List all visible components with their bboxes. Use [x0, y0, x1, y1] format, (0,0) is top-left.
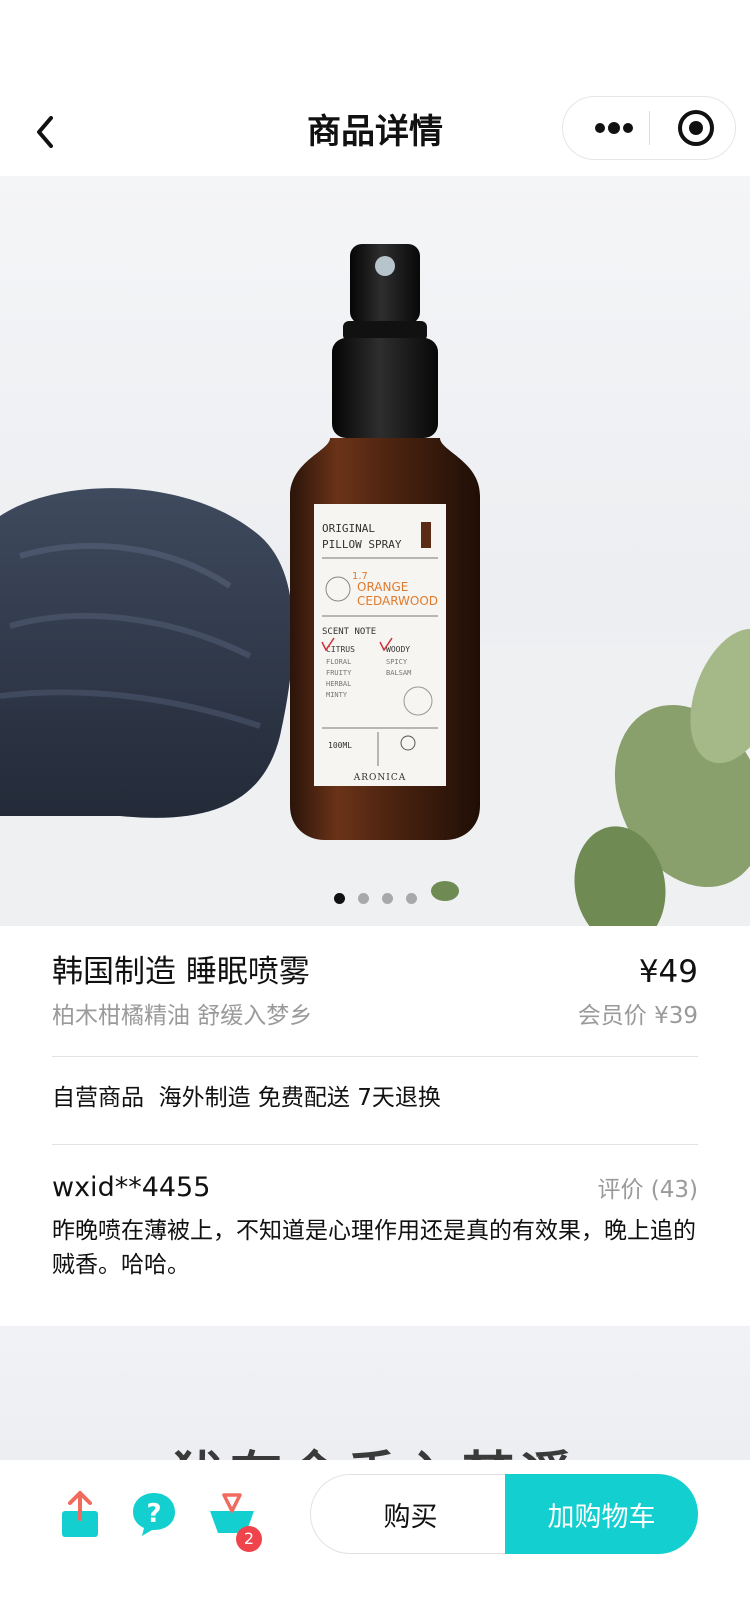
banner-text: 犹有余香入梦遥	[0, 1434, 750, 1460]
label-scent1: ORANGE	[357, 580, 408, 594]
label-line2: PILLOW SPRAY	[322, 538, 402, 551]
carousel-indicator	[0, 893, 750, 904]
mini-program-capsule	[562, 96, 736, 160]
note-right-1: SPICY	[386, 658, 408, 666]
member-price: 会员价 ¥39	[577, 1003, 698, 1029]
product-photo: ORIGINAL PILLOW SPRAY 1.7 ORANGE CEDARWO…	[0, 244, 750, 926]
note-right-0: WOODY	[386, 645, 410, 654]
help-button[interactable]: ?	[128, 1488, 180, 1540]
product-subtitle: 柏木柑橘精油 舒缓入梦乡	[52, 1003, 313, 1029]
label-brand: ARONICA	[353, 773, 406, 783]
buy-button[interactable]: 购买	[310, 1474, 510, 1554]
more-dots-icon	[595, 122, 633, 134]
carousel-dot[interactable]	[381, 893, 393, 904]
product-price: ¥49	[638, 954, 698, 990]
carousel-dot-active[interactable]	[333, 893, 345, 904]
bottom-action-bar: ? 2 购买 加购物车	[0, 1460, 750, 1624]
review-count-link[interactable]: 评价 (43)	[597, 1172, 698, 1208]
review-username: wxid**4455	[52, 1172, 211, 1203]
label-line1: ORIGINAL	[322, 522, 375, 535]
carousel-dot[interactable]	[357, 893, 369, 904]
note-left-2: FRUITY	[326, 669, 352, 677]
product-title: 韩国制造 睡眠喷雾	[52, 954, 310, 990]
close-mini-program-button[interactable]	[663, 97, 729, 159]
target-circle-icon	[678, 110, 714, 146]
label-scent-note: SCENT NOTE	[322, 627, 376, 637]
note-left-3: HERBAL	[326, 680, 351, 688]
navigation-bar: 商品详情	[0, 88, 750, 176]
note-left-4: MINTY	[326, 691, 348, 699]
product-image-carousel[interactable]: ORIGINAL PILLOW SPRAY 1.7 ORANGE CEDARWO…	[0, 176, 750, 926]
share-button[interactable]	[54, 1488, 106, 1540]
divider	[52, 1056, 698, 1057]
more-button[interactable]	[581, 97, 647, 159]
divider	[52, 1144, 698, 1145]
service-tags: 自营商品 海外制造 免费配送 7天退换	[52, 1085, 441, 1111]
help-icon: ?	[133, 1493, 175, 1536]
svg-text:?: ?	[146, 1499, 161, 1529]
review-text: 昨晚喷在薄被上，不知道是心理作用还是真的有效果，晚上追的贼香。哈哈。	[52, 1218, 696, 1278]
label-volume: 100ML	[328, 741, 352, 750]
carousel-dot[interactable]	[405, 893, 417, 904]
detail-banner: 犹有余香入梦遥	[0, 1326, 750, 1460]
capsule-divider	[649, 111, 650, 145]
note-right-2: BALSAM	[386, 669, 411, 677]
cart-badge: 2	[236, 1526, 262, 1552]
add-to-cart-button[interactable]: 加购物车	[505, 1474, 698, 1554]
note-left-0: CITRUS	[326, 645, 355, 654]
label-scent2: CEDARWOOD	[357, 594, 438, 608]
note-left-1: FLORAL	[326, 658, 351, 666]
share-icon	[62, 1491, 98, 1537]
